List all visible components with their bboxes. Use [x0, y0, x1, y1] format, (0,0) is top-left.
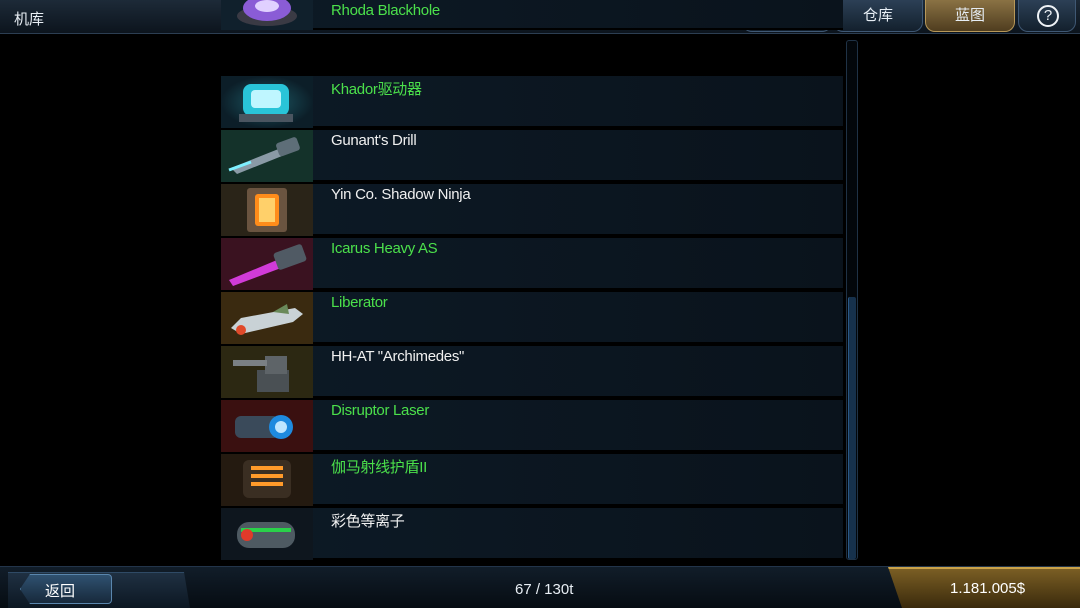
item-name: 伽马射线护盾II [331, 459, 427, 476]
item-name: Gunant's Drill [331, 132, 417, 149]
drive-engine-icon [221, 76, 313, 128]
tab-storage[interactable]: 仓库 [833, 0, 923, 32]
tab-blueprints-label: 蓝图 [954, 7, 985, 24]
list-item[interactable]: Liberator [221, 292, 843, 344]
item-name: Disruptor Laser [331, 402, 430, 419]
item-name: Liberator [331, 294, 388, 311]
item-name: HH-AT "Archimedes" [331, 348, 465, 365]
page-title: 机库 [14, 11, 45, 28]
blackhole-generator-icon [221, 0, 313, 30]
help-button[interactable]: ? [1018, 0, 1076, 32]
missile-icon [221, 292, 313, 344]
list-item[interactable]: 彩色等离子 [221, 508, 843, 560]
item-name: Rhoda Blackhole [331, 2, 440, 19]
scrollbar[interactable] [846, 40, 858, 560]
drill-weapon-icon [221, 130, 313, 182]
list-item[interactable]: Gunant's Drill [221, 130, 843, 182]
list-item[interactable]: Yin Co. Shadow Ninja [221, 184, 843, 236]
credits-amount: 1.181.005$ [950, 580, 1026, 597]
shield-generator-icon [221, 454, 313, 506]
turret-icon [221, 346, 313, 398]
tab-storage-label: 仓库 [862, 7, 893, 24]
question-icon: ? [1037, 5, 1059, 27]
cargo-capacity: 67 / 130t [515, 581, 574, 598]
plasma-cannon-icon [221, 508, 313, 560]
stealth-module-icon [221, 184, 313, 236]
scrollbar-thumb[interactable] [848, 297, 856, 559]
list-item[interactable]: 伽马射线护盾II [221, 454, 843, 506]
item-name: Khador驱动器 [331, 81, 422, 98]
list-item[interactable]: Rhoda Blackhole [221, 0, 843, 30]
blueprint-list[interactable]: Rhoda Blackhole Khador驱动器 Gunant's Drill… [221, 0, 845, 562]
heavy-cannon-icon [221, 238, 313, 290]
item-name: Icarus Heavy AS [331, 240, 438, 257]
list-item[interactable]: Khador驱动器 [221, 76, 843, 128]
list-item[interactable]: Disruptor Laser [221, 400, 843, 452]
back-button[interactable]: 返回 [8, 572, 190, 608]
credits-display: 1.181.005$ [888, 567, 1080, 608]
item-name: Yin Co. Shadow Ninja [331, 186, 471, 203]
list-item[interactable]: Icarus Heavy AS [221, 238, 843, 290]
tab-blueprints[interactable]: 蓝图 [925, 0, 1015, 32]
back-label: 返回 [45, 583, 76, 600]
list-item[interactable]: HH-AT "Archimedes" [221, 346, 843, 398]
item-name: 彩色等离子 [331, 513, 405, 530]
laser-icon [221, 400, 313, 452]
